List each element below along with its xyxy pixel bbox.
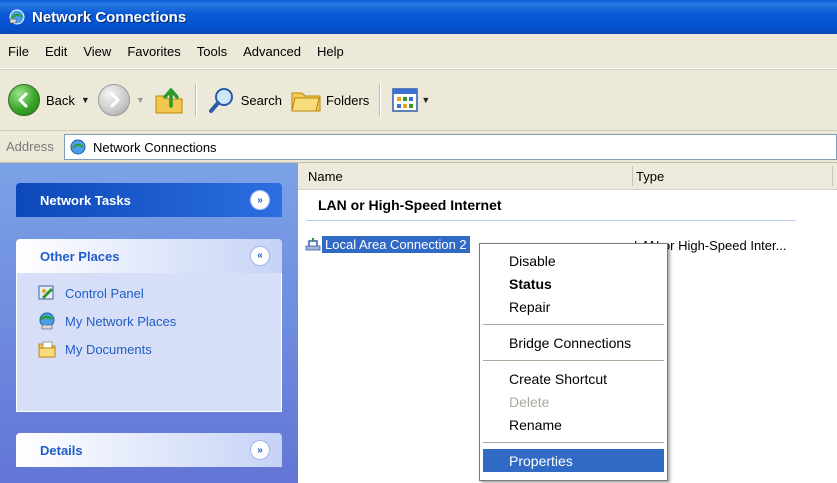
my-documents-label: My Documents xyxy=(65,341,152,357)
views-icon xyxy=(392,88,419,112)
network-tasks-title: Network Tasks xyxy=(40,192,131,208)
column-header-row: Name Type xyxy=(298,163,837,190)
column-divider[interactable] xyxy=(632,166,633,186)
group-divider xyxy=(306,220,796,221)
menu-item-repair[interactable]: Repair xyxy=(483,295,664,318)
details-title: Details xyxy=(40,442,83,458)
network-tasks-header[interactable]: Network Tasks » xyxy=(16,183,282,217)
menu-file[interactable]: File xyxy=(0,34,37,68)
collapse-chevron-icon[interactable]: » xyxy=(250,246,270,266)
control-panel-icon xyxy=(38,285,54,300)
address-label: Address xyxy=(6,139,54,154)
menu-view[interactable]: View xyxy=(75,34,119,68)
list-item[interactable]: Local Area Connection 2 xyxy=(304,236,470,253)
address-field[interactable]: Network Connections xyxy=(64,134,837,160)
search-label: Search xyxy=(240,92,282,108)
other-places-title: Other Places xyxy=(40,248,120,264)
my-documents-link[interactable]: My Documents xyxy=(17,335,281,363)
network-connections-icon xyxy=(9,9,25,25)
forward-arrow-icon xyxy=(97,84,130,116)
column-header-name[interactable]: Name xyxy=(308,163,343,189)
toolbar-separator xyxy=(194,83,197,117)
folders-label: Folders xyxy=(325,92,370,108)
menu-help[interactable]: Help xyxy=(309,34,352,68)
network-connections-icon xyxy=(70,139,86,155)
up-button[interactable] xyxy=(149,70,189,130)
menu-separator xyxy=(483,360,664,361)
network-tasks-panel: Network Tasks » xyxy=(16,183,282,217)
views-dropdown-icon[interactable]: ▼ xyxy=(421,95,430,105)
control-panel-label: Control Panel xyxy=(65,285,144,301)
details-panel: Details » xyxy=(16,433,282,467)
back-dropdown-icon[interactable]: ▼ xyxy=(81,95,90,105)
menu-bar: File Edit View Favorites Tools Advanced … xyxy=(0,34,837,69)
menu-item-delete: Delete xyxy=(509,393,550,410)
column-divider[interactable] xyxy=(832,166,833,186)
folders-icon xyxy=(291,92,321,112)
context-menu: Disable Status Repair Bridge Connections… xyxy=(479,243,668,481)
expand-chevron-icon[interactable]: » xyxy=(250,440,270,460)
folders-button[interactable]: Folders xyxy=(286,70,373,130)
menu-separator xyxy=(483,324,664,325)
menu-edit[interactable]: Edit xyxy=(37,34,75,68)
column-header-type[interactable]: Type xyxy=(636,163,664,189)
list-item-name: Local Area Connection 2 xyxy=(322,236,470,253)
folder-up-icon xyxy=(155,88,183,114)
details-header[interactable]: Details » xyxy=(16,433,282,467)
back-label: Back xyxy=(46,92,75,108)
control-panel-link[interactable]: Control Panel xyxy=(17,279,281,307)
menu-item-rename[interactable]: Rename xyxy=(483,413,664,436)
my-network-places-label: My Network Places xyxy=(65,313,177,329)
task-pane: Network Tasks » Other Places » Control P… xyxy=(0,163,298,483)
toolbar-separator-2 xyxy=(379,83,382,117)
forward-dropdown-icon[interactable]: ▼ xyxy=(136,95,145,105)
search-button[interactable]: Search xyxy=(203,70,286,130)
network-places-icon xyxy=(39,312,55,330)
back-arrow-icon xyxy=(8,84,40,116)
toolbar: Back ▼ ▼ Search Folders ▼ xyxy=(0,69,837,131)
window-title: Network Connections xyxy=(32,8,187,26)
menu-item-status[interactable]: Status xyxy=(483,272,664,295)
search-icon xyxy=(208,88,233,113)
address-value: Network Connections xyxy=(93,139,217,155)
menu-advanced[interactable]: Advanced xyxy=(235,34,309,68)
menu-separator xyxy=(483,442,664,443)
other-places-header[interactable]: Other Places » xyxy=(16,239,282,273)
expand-chevron-icon[interactable]: » xyxy=(250,190,270,210)
network-adapter-icon xyxy=(305,237,321,250)
views-button[interactable]: ▼ xyxy=(387,70,434,130)
address-bar: Address Network Connections xyxy=(0,131,837,163)
menu-item-create-shortcut[interactable]: Create Shortcut xyxy=(483,367,664,390)
menu-favorites[interactable]: Favorites xyxy=(119,34,188,68)
group-header: LAN or High-Speed Internet xyxy=(318,197,502,213)
menu-item-properties[interactable]: Properties xyxy=(483,449,664,472)
my-network-places-link[interactable]: My Network Places xyxy=(17,307,281,335)
back-button[interactable]: Back ▼ xyxy=(0,70,94,130)
title-bar[interactable]: Network Connections xyxy=(0,0,837,34)
other-places-body: Control Panel My Network Places My Docum… xyxy=(16,273,282,412)
other-places-panel: Other Places » Control Panel My Network … xyxy=(16,239,282,412)
menu-tools[interactable]: Tools xyxy=(189,34,235,68)
my-documents-icon xyxy=(38,341,56,358)
forward-button[interactable]: ▼ xyxy=(94,70,149,130)
menu-item-disable[interactable]: Disable xyxy=(483,249,664,272)
menu-item-bridge-connections[interactable]: Bridge Connections xyxy=(483,331,664,354)
